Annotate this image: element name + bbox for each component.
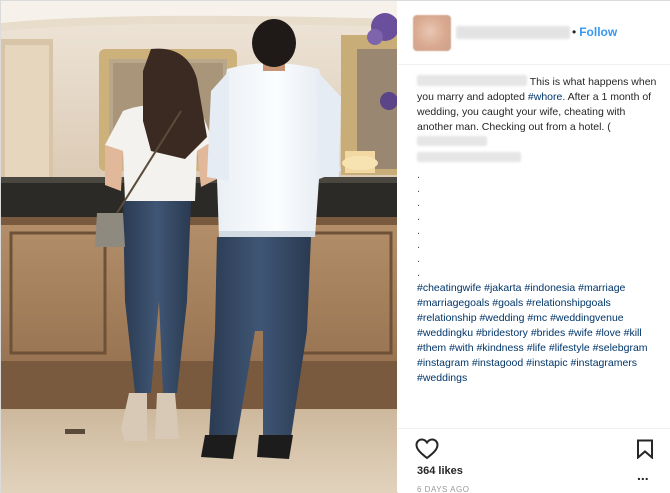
dot-line: . xyxy=(417,267,421,279)
dot-line: . xyxy=(417,169,421,181)
caption-username-redacted[interactable] xyxy=(417,75,527,86)
caption-text: This is what happens when you marry and … xyxy=(417,75,657,162)
post-photo[interactable] xyxy=(1,1,397,493)
post-timestamp[interactable]: 6 DAYS AGO xyxy=(417,485,469,493)
post-actions: 364 likes 6 DAYS AGO ... xyxy=(398,428,670,493)
dot-line: . xyxy=(417,211,421,223)
hotel-lobby-photo xyxy=(1,1,397,493)
more-options-icon[interactable]: ... xyxy=(637,467,649,483)
instagram-post: • Follow This is what happens when you ma… xyxy=(0,0,670,493)
caption-hashtags[interactable]: #cheatingwife #jakarta #indonesia #marri… xyxy=(417,281,657,386)
dot-line: . xyxy=(417,225,421,237)
heart-outline-icon[interactable] xyxy=(415,438,439,460)
likes-count[interactable]: 364 likes xyxy=(417,465,463,477)
post-header: • Follow xyxy=(398,1,670,65)
hashtag-link[interactable]: #whore xyxy=(528,91,562,103)
caption-redacted-1 xyxy=(417,136,487,146)
follow-separator: • xyxy=(572,25,577,39)
dot-line: . xyxy=(417,197,421,209)
caption-dot-lines: . . . . . . . . xyxy=(417,168,657,280)
dot-line: . xyxy=(417,253,421,265)
avatar[interactable] xyxy=(413,15,451,51)
dot-line: . xyxy=(417,239,421,251)
username-redacted[interactable] xyxy=(456,26,570,39)
dot-line: . xyxy=(417,183,421,195)
post-caption: This is what happens when you marry and … xyxy=(417,75,657,386)
bookmark-icon[interactable] xyxy=(636,439,654,460)
follow-label: Follow xyxy=(579,25,618,39)
caption-redacted-2 xyxy=(417,152,521,162)
post-sidebar: • Follow This is what happens when you ma… xyxy=(398,1,670,493)
follow-button[interactable]: • Follow xyxy=(572,25,617,39)
